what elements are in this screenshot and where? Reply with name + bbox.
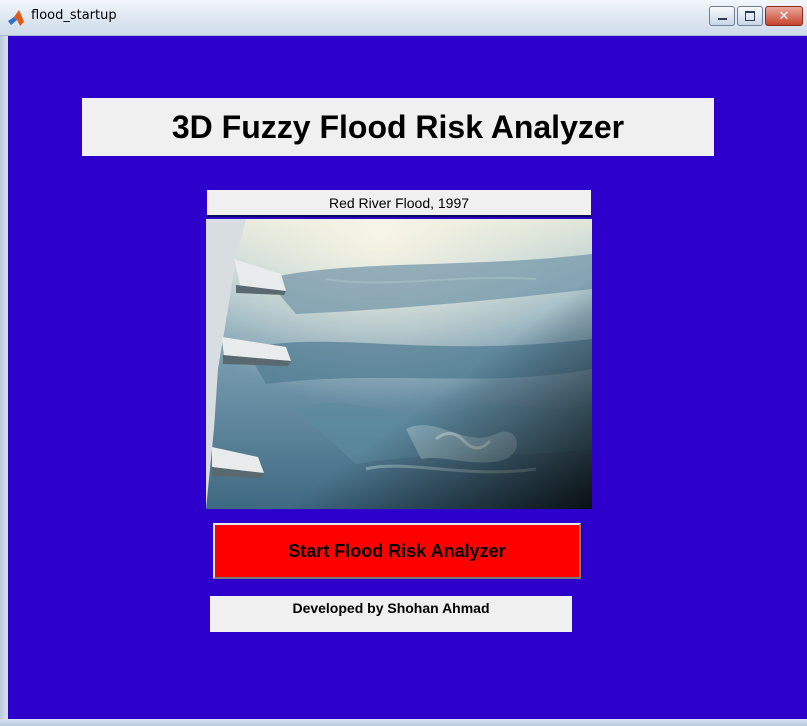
maximize-icon: [745, 11, 755, 21]
start-analyzer-button[interactable]: Start Flood Risk Analyzer: [213, 523, 581, 579]
window-border-left: [0, 36, 8, 726]
close-button[interactable]: ✕: [765, 6, 803, 26]
window-controls: ✕: [709, 6, 803, 28]
flood-photo: [206, 219, 592, 509]
window-border-bottom: [0, 719, 807, 726]
window-titlebar[interactable]: flood_startup ✕: [0, 0, 807, 36]
close-icon: ✕: [778, 8, 790, 24]
minimize-button[interactable]: [709, 6, 735, 26]
title-panel: 3D Fuzzy Flood Risk Analyzer: [82, 98, 714, 156]
maximize-button[interactable]: [737, 6, 763, 26]
caption-divider: [207, 215, 591, 217]
developer-credit: Developed by Shohan Ahmad: [210, 596, 572, 632]
image-caption: Red River Flood, 1997: [207, 190, 591, 216]
figure-area: 3D Fuzzy Flood Risk Analyzer Red River F…: [8, 36, 807, 719]
minimize-icon: [717, 18, 727, 20]
page-title: 3D Fuzzy Flood Risk Analyzer: [171, 108, 625, 145]
matlab-icon: [7, 9, 25, 27]
window-title: flood_startup: [31, 8, 117, 23]
